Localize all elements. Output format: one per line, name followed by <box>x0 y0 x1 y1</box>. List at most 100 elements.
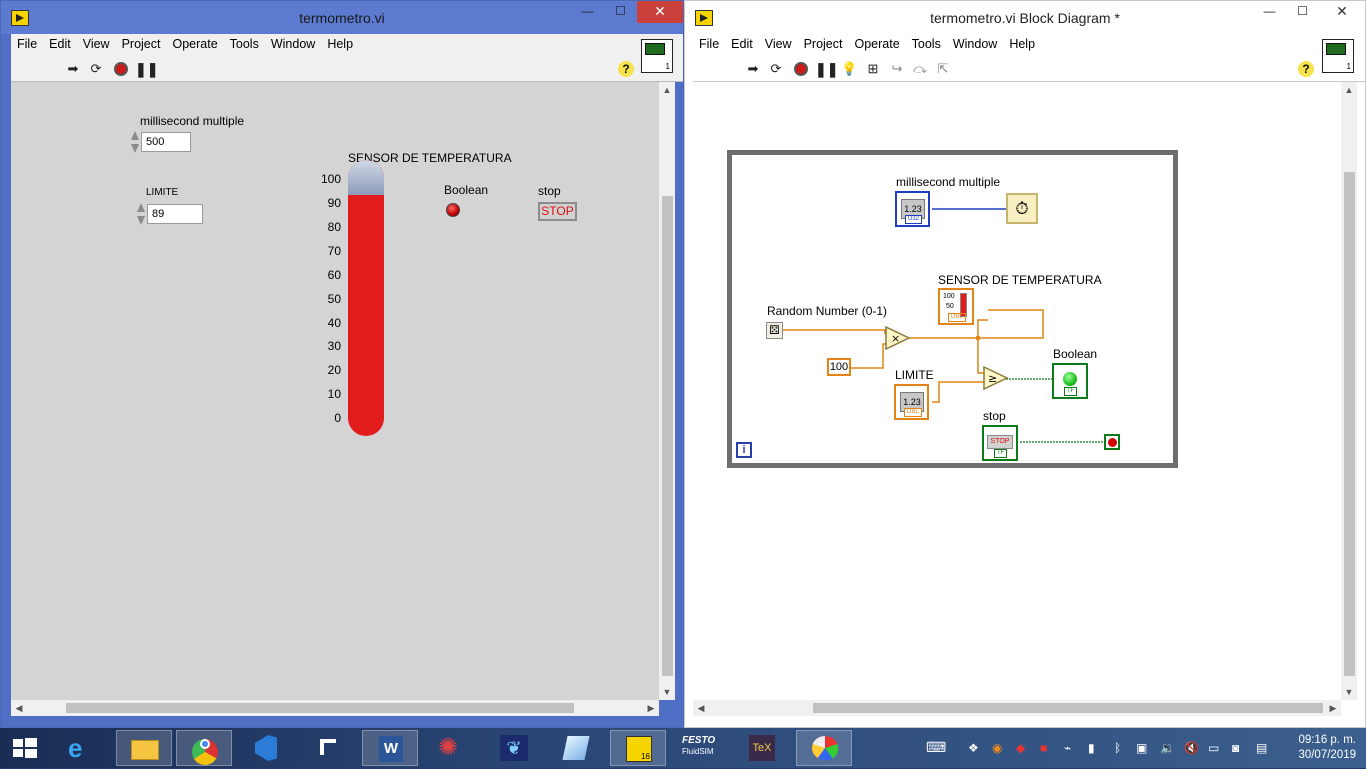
run-arrow-icon[interactable]: ➡ <box>65 61 81 77</box>
spider-app-icon[interactable]: ✺ <box>424 730 480 766</box>
block-diagram-titlebar[interactable]: termometro.vi Block Diagram * — ☐ ✕ <box>685 1 1365 34</box>
step-into-icon[interactable]: ↪ <box>889 61 905 77</box>
system-clock[interactable]: 09:16 p. m. 30/07/2019 <box>1298 733 1356 763</box>
vi-connector-icon[interactable]: 1 <box>641 39 673 73</box>
context-help-icon[interactable]: ? <box>618 61 634 77</box>
keyboard-icon[interactable]: ⌨ <box>926 739 946 756</box>
pause-icon[interactable]: ❚❚ <box>815 61 838 77</box>
abort-execution-icon[interactable] <box>794 62 808 76</box>
menu-help[interactable]: Help <box>321 34 359 56</box>
highlight-execution-icon[interactable]: 💡 <box>841 61 857 77</box>
menu-edit[interactable]: Edit <box>725 34 759 56</box>
volume-icon[interactable]: 🔉 <box>1160 741 1175 755</box>
minimize-icon[interactable]: — <box>1253 1 1286 23</box>
festo-fluidsim-icon[interactable]: FESTO FluidSIM <box>672 730 728 766</box>
scroll-right-icon[interactable]: ▶ <box>1325 700 1341 716</box>
step-over-icon[interactable]: ⤼ <box>912 61 928 77</box>
vertical-scrollbar[interactable]: ▲ ▼ <box>659 82 675 700</box>
menu-edit[interactable]: Edit <box>43 34 77 56</box>
stop-terminal[interactable]: STOP TF <box>982 425 1018 461</box>
maximize-icon[interactable]: ☐ <box>1286 1 1319 23</box>
menu-tools[interactable]: Tools <box>906 34 947 56</box>
menu-tools[interactable]: Tools <box>224 34 265 56</box>
menu-window[interactable]: Window <box>947 34 1003 56</box>
ms-multiple-spinner[interactable] <box>130 130 140 154</box>
scroll-left-icon[interactable]: ◀ <box>693 700 709 716</box>
boolean-terminal[interactable]: TF <box>1052 363 1088 399</box>
retain-wire-values-icon[interactable]: ⊞ <box>865 61 881 77</box>
signal-icon[interactable]: ▮ <box>1088 741 1095 755</box>
step-out-icon[interactable]: ⇱ <box>935 61 951 77</box>
ms-multiple-field[interactable]: 500 <box>141 132 191 152</box>
loop-condition-terminal[interactable] <box>1104 434 1120 450</box>
pause-icon[interactable]: ❚❚ <box>135 61 158 77</box>
notification-icon[interactable]: ▤ <box>1256 741 1267 755</box>
horizontal-scrollbar[interactable]: ◀ ▶ <box>11 700 659 716</box>
multiply-node[interactable]: × <box>885 326 911 350</box>
solidworks-icon[interactable]: ■ <box>1040 741 1047 755</box>
ms-multiple-terminal[interactable]: 1.23 U32 <box>895 191 930 227</box>
file-explorer-icon[interactable] <box>116 730 172 766</box>
sensor-terminal[interactable]: 100 50 DBL <box>938 288 974 325</box>
visual-studio-code-icon[interactable] <box>238 730 294 766</box>
menu-view[interactable]: View <box>759 34 798 56</box>
close-icon[interactable]: ✕ <box>1319 1 1365 23</box>
scroll-up-icon[interactable]: ▲ <box>659 82 675 98</box>
constant-100[interactable]: 100 <box>827 358 851 376</box>
stop-button[interactable]: STOP <box>538 202 577 221</box>
scroll-up-icon[interactable]: ▲ <box>1341 82 1357 98</box>
menu-project[interactable]: Project <box>116 34 167 56</box>
dice-icon[interactable]: ⚄ <box>766 322 783 339</box>
front-panel-titlebar[interactable]: termometro.vi — ☐ ✕ <box>1 1 683 34</box>
minimize-icon[interactable]: — <box>571 1 604 23</box>
vertical-scrollbar[interactable]: ▲ ▼ <box>1341 82 1357 700</box>
front-panel-window[interactable]: termometro.vi — ☐ ✕ File Edit View Proje… <box>0 0 684 728</box>
scroll-right-icon[interactable]: ▶ <box>643 700 659 716</box>
run-continuously-icon[interactable]: ⟳ <box>88 61 104 77</box>
horizontal-scrollbar[interactable]: ◀ ▶ <box>693 700 1341 716</box>
abort-execution-icon[interactable] <box>114 62 128 76</box>
menu-file[interactable]: File <box>693 34 725 56</box>
chrome-icon[interactable] <box>176 730 232 766</box>
close-icon[interactable]: ✕ <box>637 1 683 23</box>
paint-icon[interactable] <box>796 730 852 766</box>
maximize-icon[interactable]: ☐ <box>604 1 637 23</box>
menu-project[interactable]: Project <box>798 34 849 56</box>
word-icon[interactable]: W <box>362 730 418 766</box>
mute-icon[interactable]: 🔇 <box>1184 741 1199 755</box>
scroll-down-icon[interactable]: ▼ <box>659 684 675 700</box>
notepad-icon[interactable] <box>300 730 356 766</box>
menu-operate[interactable]: Operate <box>848 34 905 56</box>
limite-spinner[interactable] <box>136 202 146 226</box>
vi-connector-icon[interactable]: 1 <box>1322 39 1354 73</box>
butterfly-app-icon[interactable]: ❦ <box>486 730 542 766</box>
run-continuously-icon[interactable]: ⟳ <box>768 61 784 77</box>
limite-field[interactable]: 89 <box>147 204 203 224</box>
camera-icon[interactable]: ◙ <box>1232 741 1239 755</box>
labview-icon[interactable]: 16 <box>610 730 666 766</box>
block-diagram-window[interactable]: termometro.vi Block Diagram * — ☐ ✕ File… <box>684 0 1366 728</box>
greater-or-equal-node[interactable]: ≥ <box>983 366 1009 390</box>
network-icon[interactable]: ▣ <box>1136 741 1147 755</box>
glass-app-icon[interactable] <box>548 730 604 766</box>
scroll-thumb[interactable] <box>662 196 673 676</box>
scroll-down-icon[interactable]: ▼ <box>1341 684 1357 700</box>
dropbox-icon[interactable]: ❖ <box>968 741 979 755</box>
display-icon[interactable]: ▭ <box>1208 741 1219 755</box>
avast-icon[interactable]: ◉ <box>992 741 1002 755</box>
scroll-left-icon[interactable]: ◀ <box>11 700 27 716</box>
menu-operate[interactable]: Operate <box>166 34 223 56</box>
wait-ms-metronome-icon[interactable]: ⏱ <box>1006 193 1038 224</box>
scroll-thumb[interactable] <box>1344 172 1355 676</box>
scroll-thumb[interactable] <box>66 703 574 713</box>
menu-window[interactable]: Window <box>265 34 321 56</box>
run-arrow-icon[interactable]: ➡ <box>745 61 761 77</box>
tray-app-icon[interactable]: ◆ <box>1016 741 1025 755</box>
windows-start-icon[interactable] <box>0 730 50 766</box>
scroll-thumb[interactable] <box>813 703 1323 713</box>
internet-explorer-icon[interactable]: e <box>54 730 110 766</box>
limite-terminal[interactable]: 1.23 DBL <box>894 384 929 420</box>
menu-view[interactable]: View <box>77 34 116 56</box>
menu-help[interactable]: Help <box>1003 34 1041 56</box>
menu-file[interactable]: File <box>11 34 43 56</box>
